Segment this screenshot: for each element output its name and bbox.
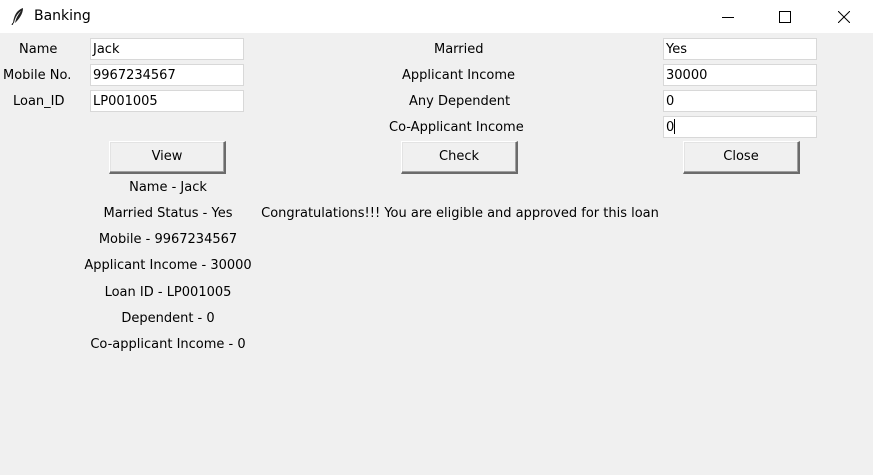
feather-icon xyxy=(10,7,26,26)
maximize-icon xyxy=(779,11,791,23)
result-mobile: Mobile - 9967234567 xyxy=(98,232,238,247)
name-field[interactable]: Jack xyxy=(90,38,244,60)
view-button[interactable]: View xyxy=(109,141,226,174)
minimize-button[interactable] xyxy=(705,0,751,33)
minimize-icon xyxy=(722,17,734,18)
mobile-field[interactable]: 9967234567 xyxy=(90,64,244,86)
eligibility-message: Congratulations!!! You are eligible and … xyxy=(261,206,659,221)
mobile-label: Mobile No. xyxy=(3,68,72,83)
married-label: Married xyxy=(434,42,484,57)
name-label: Name xyxy=(19,42,58,57)
coapplicant-income-field[interactable]: 0 xyxy=(663,116,817,138)
coapplicant-income-label: Co-Applicant Income xyxy=(389,120,524,135)
window-title: Banking xyxy=(34,8,91,24)
dependent-label: Any Dependent xyxy=(409,94,511,109)
result-married: Married Status - Yes xyxy=(103,206,233,221)
result-applicant-income: Applicant Income - 30000 xyxy=(84,258,252,273)
result-name: Name - Jack xyxy=(129,180,207,195)
close-window-button[interactable] xyxy=(821,0,867,33)
result-dependent: Dependent - 0 xyxy=(121,311,215,326)
title-bar: Banking xyxy=(0,0,873,33)
close-button[interactable]: Close xyxy=(683,141,800,174)
applicant-income-field[interactable]: 30000 xyxy=(663,64,817,86)
loan-id-field[interactable]: LP001005 xyxy=(90,90,244,112)
result-coapplicant-income: Co-applicant Income - 0 xyxy=(90,337,246,352)
text-cursor xyxy=(674,119,676,134)
loan-id-label: Loan_ID xyxy=(13,94,65,109)
married-field[interactable]: Yes xyxy=(663,38,817,60)
result-loan-id: Loan ID - LP001005 xyxy=(104,285,232,300)
close-icon xyxy=(838,11,850,23)
applicant-income-label: Applicant Income xyxy=(402,68,516,83)
maximize-button[interactable] xyxy=(762,0,808,33)
coapplicant-income-value: 0 xyxy=(666,120,675,135)
dependent-field[interactable]: 0 xyxy=(663,90,817,112)
check-button[interactable]: Check xyxy=(401,141,518,174)
